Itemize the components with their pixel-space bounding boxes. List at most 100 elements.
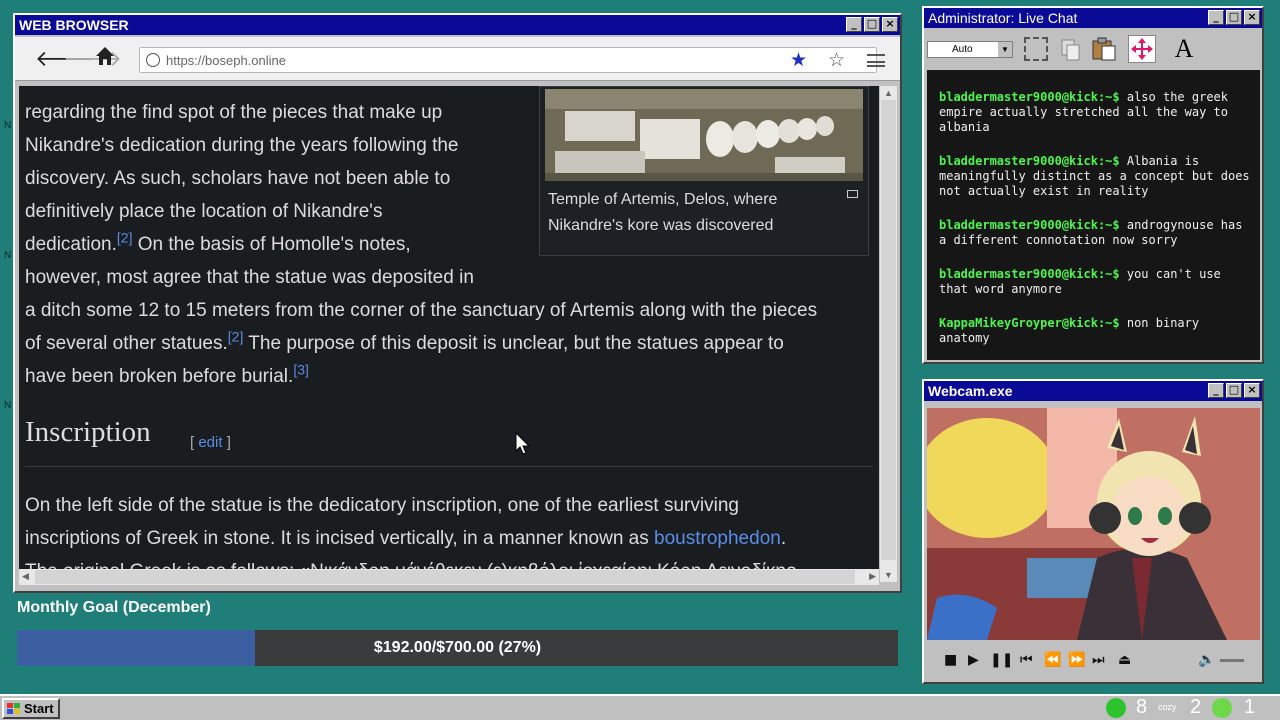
figure-caption: Temple of Artemis, Delos, where Nikandre…: [548, 191, 778, 234]
text-span: inscriptions of Greek in stone. It is in…: [25, 528, 655, 549]
url-text[interactable]: https://boseph.online: [166, 53, 286, 68]
mouse-cursor-icon: [515, 432, 531, 455]
tray-label: cozy: [1158, 702, 1177, 712]
desktop-icon[interactable]: N: [4, 400, 12, 411]
forward-icon[interactable]: 🡒: [63, 46, 122, 72]
webcam-title: Webcam.exe: [928, 383, 1013, 399]
chat-toolbar: Auto ▼ A: [924, 32, 1262, 68]
chat-username: bladdermaster9000@kick:~$: [939, 267, 1120, 281]
paragraph-line: On the left side of the statue is the de…: [25, 495, 739, 516]
navigation-bar: 🡐 🡒 https://boseph.online ★ ☆: [15, 37, 900, 81]
bookmark-star-icon[interactable]: ☆: [828, 49, 845, 72]
volume-slider[interactable]: [1220, 659, 1244, 662]
section-heading: Inscription: [25, 416, 151, 448]
copy-icon[interactable]: [1058, 35, 1086, 63]
temple-ruins-image[interactable]: [545, 89, 863, 181]
stop-icon[interactable]: ■: [944, 652, 957, 668]
text-span: On the basis of Homolle's notes,: [132, 234, 411, 255]
webcam-video: [927, 408, 1260, 640]
paste-icon[interactable]: [1090, 35, 1118, 63]
minimize-button[interactable]: _: [1208, 10, 1224, 25]
goal-progress-bar: $192.00/$700.00 (27%): [17, 630, 898, 666]
text-span: .: [780, 528, 787, 549]
play-icon[interactable]: ▶: [968, 652, 979, 668]
edit-link[interactable]: edit: [198, 434, 222, 451]
address-bar[interactable]: https://boseph.online ★ ☆: [139, 47, 885, 73]
tray-count: 1: [1244, 696, 1256, 718]
chat-message: bladdermaster9000@kick:~$ androgynouse h…: [939, 218, 1254, 248]
browser-titlebar[interactable]: WEB BROWSER _ □ ×: [15, 15, 900, 35]
heading-divider: [25, 466, 873, 467]
desktop-icon[interactable]: N: [4, 250, 12, 261]
browser-title: WEB BROWSER: [19, 17, 129, 33]
paragraph-line: Nikandre's dedication during the years f…: [25, 135, 459, 156]
text-span: dedication.: [25, 234, 117, 255]
skip-back-icon[interactable]: ⏮: [1020, 652, 1033, 668]
horizontal-scrollbar[interactable]: ◀ ▶: [19, 569, 879, 585]
paragraph-line: have been broken before burial.[3]: [25, 360, 309, 393]
chat-username: bladdermaster9000@kick:~$: [939, 218, 1120, 232]
font-select-value: Auto: [952, 44, 973, 55]
pause-icon[interactable]: ❚❚: [990, 652, 1013, 668]
play-circle-icon[interactable]: [1212, 698, 1232, 718]
rewind-icon[interactable]: ⏪: [1044, 652, 1061, 668]
expand-icon[interactable]: [847, 190, 858, 198]
close-button[interactable]: ×: [882, 17, 898, 32]
article-figure: Temple of Artemis, Delos, where Nikandre…: [539, 86, 869, 256]
scroll-down-icon[interactable]: ▼: [884, 570, 893, 580]
close-button[interactable]: ×: [1244, 383, 1260, 398]
marquee-select-icon[interactable]: [1024, 37, 1048, 61]
vertical-scrollbar[interactable]: ▲ ▼: [880, 86, 897, 582]
scroll-left-icon[interactable]: ◀: [22, 571, 29, 582]
reference-link[interactable]: [2]: [228, 329, 244, 345]
paragraph-line: a ditch some 12 to 15 meters from the co…: [25, 300, 818, 321]
maximize-button[interactable]: □: [864, 17, 880, 32]
page-content: regarding the find spot of the pieces th…: [19, 86, 879, 582]
scroll-up-icon[interactable]: ▲: [884, 88, 893, 98]
back-icon[interactable]: 🡐: [35, 46, 94, 72]
paragraph-line: however, most agree that the statue was …: [25, 267, 474, 288]
minimize-button[interactable]: _: [846, 17, 862, 32]
dropdown-arrow-icon[interactable]: ▼: [998, 42, 1012, 57]
skip-forward-icon[interactable]: ⏭: [1092, 652, 1105, 668]
taskbar: Start 8 cozy 2 1: [0, 694, 1280, 720]
font-select[interactable]: Auto ▼: [927, 41, 1013, 58]
eject-icon[interactable]: ⏏: [1118, 652, 1131, 668]
browser-window: WEB BROWSER _ □ × 🡐 🡒 https://boseph.onl…: [13, 13, 902, 593]
bracket-close: ]: [222, 434, 231, 451]
maximize-button[interactable]: □: [1226, 10, 1242, 25]
start-button[interactable]: Start: [2, 698, 60, 719]
scroll-thumb[interactable]: [881, 100, 896, 560]
paragraph-line: discovery. As such, scholars have not be…: [25, 168, 451, 189]
chat-message: KappaMikeyGroyper@kick:~$ non binary ana…: [939, 316, 1254, 346]
chat-username: bladdermaster9000@kick:~$: [939, 154, 1120, 168]
boustrophedon-link[interactable]: boustrophedon: [654, 528, 781, 549]
font-icon[interactable]: A: [1170, 35, 1198, 63]
volume-icon[interactable]: 🔈: [1198, 652, 1215, 668]
chat-message: bladdermaster9000@kick:~$ Albania is mea…: [939, 154, 1254, 199]
maximize-button[interactable]: □: [1226, 383, 1242, 398]
fast-forward-icon[interactable]: ⏩: [1068, 652, 1085, 668]
tray-count: 2: [1190, 696, 1202, 718]
text-span: The purpose of this deposit is unclear, …: [243, 333, 784, 354]
text-span: of several other statues.: [25, 333, 228, 354]
paragraph-line: of several other statues.[2] The purpose…: [25, 327, 784, 360]
close-button[interactable]: ×: [1244, 10, 1260, 25]
minimize-button[interactable]: _: [1208, 383, 1224, 398]
scroll-thumb[interactable]: [35, 570, 855, 584]
home-icon[interactable]: [91, 46, 119, 71]
chat-titlebar[interactable]: Administrator: Live Chat _ □ ×: [924, 8, 1262, 28]
media-controls: ■ ▶ ❚❚ ⏮ ⏪ ⏩ ⏭ ⏏ 🔈: [924, 647, 1262, 677]
reference-link[interactable]: [2]: [117, 230, 133, 246]
desktop-icon[interactable]: N: [4, 120, 12, 131]
kick-icon[interactable]: [1106, 698, 1126, 718]
bookmark-star-filled-icon[interactable]: ★: [790, 49, 807, 72]
hamburger-menu-icon[interactable]: [867, 54, 885, 67]
chat-log[interactable]: bladdermaster9000@kick:~$ also the greek…: [927, 70, 1260, 360]
globe-icon: [146, 53, 160, 67]
scroll-right-icon[interactable]: ▶: [869, 571, 876, 582]
move-icon[interactable]: [1128, 35, 1156, 63]
webcam-titlebar[interactable]: Webcam.exe _ □ ×: [924, 381, 1262, 401]
chat-title: Administrator: Live Chat: [928, 10, 1078, 26]
reference-link[interactable]: [3]: [293, 362, 309, 378]
